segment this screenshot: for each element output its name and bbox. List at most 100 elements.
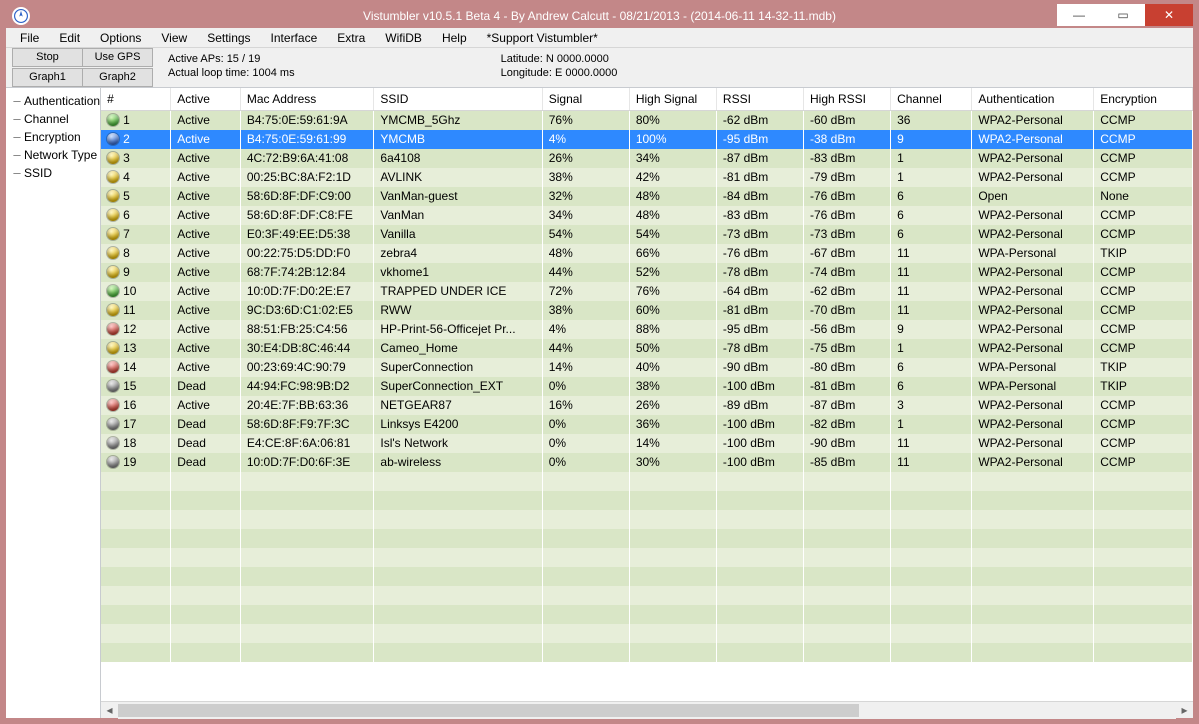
table-row[interactable]: 14Active00:23:69:4C:90:79SuperConnection… [101, 358, 1192, 377]
cell-hsig: 38% [629, 377, 716, 396]
tree-item-channel[interactable]: –Channel [6, 110, 100, 128]
menubar: FileEditOptionsViewSettingsInterfaceExtr… [6, 28, 1193, 48]
menu-file[interactable]: File [10, 29, 49, 47]
tree-collapse-icon: – [10, 166, 24, 180]
table-row[interactable]: 7ActiveE0:3F:49:EE:D5:38Vanilla54%54%-73… [101, 225, 1192, 244]
grid-scroll[interactable]: #ActiveMac AddressSSIDSignalHigh SignalR… [101, 88, 1193, 701]
close-button[interactable]: ✕ [1145, 4, 1193, 26]
table-row[interactable]: 12Active88:51:FB:25:C4:56HP-Print-56-Off… [101, 320, 1192, 339]
graph1-button[interactable]: Graph1 [12, 68, 83, 87]
cell-number: 12 [101, 320, 171, 339]
graph2-button[interactable]: Graph2 [82, 68, 153, 87]
table-row[interactable]: 4Active00:25:BC:8A:F2:1DAVLINK38%42%-81 … [101, 168, 1192, 187]
cell-ssid: YMCMB_5Ghz [374, 111, 542, 130]
menu-settings[interactable]: Settings [197, 29, 260, 47]
scroll-thumb[interactable] [118, 704, 859, 717]
table-row[interactable]: 1ActiveB4:75:0E:59:61:9AYMCMB_5Ghz76%80%… [101, 111, 1192, 130]
col-header-mac-address[interactable]: Mac Address [240, 88, 374, 111]
table-header-row: #ActiveMac AddressSSIDSignalHigh SignalR… [101, 88, 1192, 111]
cell-mac: 20:4E:7F:BB:63:36 [240, 396, 374, 415]
menu-options[interactable]: Options [90, 29, 151, 47]
horizontal-scrollbar[interactable]: ◂ ▸ [101, 701, 1193, 718]
table-row[interactable]: 2ActiveB4:75:0E:59:61:99YMCMB4%100%-95 d… [101, 130, 1192, 149]
cell-rssi: -95 dBm [716, 130, 803, 149]
signal-dot-icon [107, 133, 119, 145]
cell-auth: WPA2-Personal [972, 415, 1094, 434]
tree-item-encryption[interactable]: –Encryption [6, 128, 100, 146]
table-row[interactable]: 11Active9C:D3:6D:C1:02:E5RWW38%60%-81 dB… [101, 301, 1192, 320]
table-row[interactable]: 9Active68:7F:74:2B:12:84vkhome144%52%-78… [101, 263, 1192, 282]
col-header-channel[interactable]: Channel [891, 88, 972, 111]
col-header-authentication[interactable]: Authentication [972, 88, 1094, 111]
col-header-high-signal[interactable]: High Signal [629, 88, 716, 111]
row-number: 7 [123, 227, 130, 241]
cell-active: Active [171, 168, 241, 187]
menu-edit[interactable]: Edit [49, 29, 90, 47]
longitude-label: Longitude: E 0000.0000 [501, 66, 618, 80]
scroll-track[interactable] [118, 702, 1176, 719]
col-header-[interactable]: # [101, 88, 171, 111]
table-row[interactable]: 16Active20:4E:7F:BB:63:36NETGEAR8716%26%… [101, 396, 1192, 415]
table-row[interactable]: 17Dead58:6D:8F:F9:7F:3CLinksys E42000%36… [101, 415, 1192, 434]
cell-number: 4 [101, 168, 171, 187]
col-header-active[interactable]: Active [171, 88, 241, 111]
tree-item-ssid[interactable]: –SSID [6, 164, 100, 182]
cell-ssid: SuperConnection_EXT [374, 377, 542, 396]
menu-support-vistumbler[interactable]: *Support Vistumbler* [477, 29, 608, 47]
table-row[interactable]: 13Active30:E4:DB:8C:46:44Cameo_Home44%50… [101, 339, 1192, 358]
menu-view[interactable]: View [151, 29, 197, 47]
menu-wifidb[interactable]: WifiDB [375, 29, 432, 47]
cell-sig: 4% [542, 320, 629, 339]
col-header-high-rssi[interactable]: High RSSI [803, 88, 890, 111]
tree-item-authentication[interactable]: –Authentication [6, 92, 100, 110]
cell-rssi: -78 dBm [716, 263, 803, 282]
table-row[interactable]: 18DeadE4:CE:8F:6A:06:81Isl's Network0%14… [101, 434, 1192, 453]
table-row-empty [101, 510, 1192, 529]
stop-button[interactable]: Stop [12, 48, 83, 67]
cell-sig: 48% [542, 244, 629, 263]
minimize-button[interactable]: — [1057, 4, 1101, 26]
cell-hrssi: -79 dBm [803, 168, 890, 187]
col-header-rssi[interactable]: RSSI [716, 88, 803, 111]
signal-dot-icon [107, 361, 119, 373]
cell-hsig: 66% [629, 244, 716, 263]
cell-rssi: -100 dBm [716, 415, 803, 434]
cell-sig: 34% [542, 206, 629, 225]
cell-auth: WPA-Personal [972, 377, 1094, 396]
cell-sig: 0% [542, 377, 629, 396]
cell-rssi: -76 dBm [716, 244, 803, 263]
table-row[interactable]: 6Active58:6D:8F:DF:C8:FEVanMan34%48%-83 … [101, 206, 1192, 225]
menu-interface[interactable]: Interface [261, 29, 328, 47]
menu-help[interactable]: Help [432, 29, 477, 47]
cell-auth: WPA2-Personal [972, 149, 1094, 168]
cell-active: Active [171, 396, 241, 415]
usegps-button[interactable]: Use GPS [82, 48, 153, 67]
cell-rssi: -100 dBm [716, 377, 803, 396]
scroll-right-arrow-icon[interactable]: ▸ [1176, 702, 1193, 719]
table-row[interactable]: 15Dead44:94:FC:98:9B:D2SuperConnection_E… [101, 377, 1192, 396]
table-row[interactable]: 5Active58:6D:8F:DF:C9:00VanMan-guest32%4… [101, 187, 1192, 206]
scroll-left-arrow-icon[interactable]: ◂ [101, 702, 118, 719]
cell-mac: E0:3F:49:EE:D5:38 [240, 225, 374, 244]
cell-number: 6 [101, 206, 171, 225]
col-header-signal[interactable]: Signal [542, 88, 629, 111]
col-header-ssid[interactable]: SSID [374, 88, 542, 111]
cell-mac: 10:0D:7F:D0:2E:E7 [240, 282, 374, 301]
tree-item-network-type[interactable]: –Network Type [6, 146, 100, 164]
cell-ch: 11 [891, 263, 972, 282]
cell-mac: 4C:72:B9:6A:41:08 [240, 149, 374, 168]
cell-ch: 6 [891, 225, 972, 244]
cell-auth: WPA2-Personal [972, 453, 1094, 472]
row-number: 15 [123, 379, 136, 393]
cell-rssi: -84 dBm [716, 187, 803, 206]
table-row[interactable]: 19Dead10:0D:7F:D0:6F:3Eab-wireless0%30%-… [101, 453, 1192, 472]
cell-active: Active [171, 111, 241, 130]
maximize-button[interactable]: ▭ [1101, 4, 1145, 26]
table-row[interactable]: 8Active00:22:75:D5:DD:F0zebra448%66%-76 … [101, 244, 1192, 263]
menu-extra[interactable]: Extra [327, 29, 375, 47]
cell-number: 5 [101, 187, 171, 206]
titlebar[interactable]: Vistumbler v10.5.1 Beta 4 - By Andrew Ca… [6, 4, 1193, 28]
col-header-encryption[interactable]: Encryption [1094, 88, 1193, 111]
table-row[interactable]: 10Active10:0D:7F:D0:2E:E7TRAPPED UNDER I… [101, 282, 1192, 301]
table-row[interactable]: 3Active4C:72:B9:6A:41:086a410826%34%-87 … [101, 149, 1192, 168]
